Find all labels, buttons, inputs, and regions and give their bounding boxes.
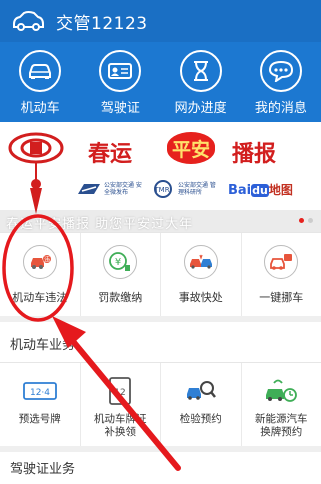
plate-select-icon: 12·4: [20, 373, 60, 409]
quick-fine-payment-label: 罚款缴纳: [98, 291, 143, 304]
nav-messages[interactable]: 我的消息: [241, 42, 321, 122]
banner-caption: 春运平安播报 助您平安过大年: [6, 217, 194, 232]
section-license: 驾驶证业务: [0, 446, 321, 484]
nav-progress-label: 网办进度: [174, 101, 227, 116]
biz-ev-plate-label-2: 换牌预约: [260, 426, 303, 438]
quick-move-car[interactable]: 一键挪车: [242, 233, 321, 316]
biz-plate-replace[interactable]: 12 机动车牌证 补换领: [81, 363, 161, 446]
nav-vehicle[interactable]: 机动车: [0, 42, 80, 122]
app-title: 交管12123: [56, 13, 148, 34]
quick-vehicle-violation-label: 机动车违法: [12, 291, 68, 304]
quick-actions: 违 机动车违法 ¥ 罚款缴纳 事故快处 一键挪车: [0, 232, 321, 316]
baidu-left: Bai: [228, 182, 252, 198]
logo2-text: 公安部交通 管理科研所: [178, 182, 216, 196]
nav-license[interactable]: 驾驶证: [80, 42, 160, 122]
biz-inspection[interactable]: 检验预约: [161, 363, 242, 446]
nav-messages-label: 我的消息: [254, 101, 307, 116]
logo1-text: 公安部交通 安全微发布: [104, 182, 142, 196]
main-nav: 机动车 驾驶证 网办进度 我的消息: [0, 42, 321, 122]
svg-text:¥: ¥: [115, 257, 121, 268]
biz-plate-replace-label-2: 补换领: [104, 426, 137, 438]
quick-accident[interactable]: 事故快处: [161, 233, 242, 316]
hourglass-icon: [179, 50, 222, 92]
section-vehicle: 机动车业务: [0, 316, 321, 362]
biz-plate-replace-label-1: 机动车牌证: [94, 413, 147, 425]
carousel-dot-active[interactable]: [299, 218, 304, 223]
baidu-map-logo: Baidu地图: [228, 181, 293, 198]
banner-logos: 公安部交通 安全微发布 TMRI 公安部交通 管理科研所 Baidu地图: [76, 176, 293, 202]
ev-plate-icon: [261, 373, 301, 409]
biz-ev-plate-label-1: 新能源汽车: [255, 413, 308, 425]
banner-word-center: 平安: [171, 138, 210, 161]
yen-coin-icon: ¥: [103, 245, 138, 279]
baidu-map-text: 地图: [268, 182, 293, 197]
id-card-icon: [99, 50, 142, 92]
traffic-bureau-logo-icon: [78, 184, 100, 194]
nav-progress[interactable]: 网办进度: [161, 42, 241, 122]
chat-bubble-icon: [259, 50, 302, 92]
baidu-du: du: [251, 183, 269, 197]
biz-plate-select-label: 预选号牌: [18, 413, 61, 425]
biz-inspection-label: 检验预约: [179, 413, 222, 425]
carousel-dot[interactable]: [308, 218, 313, 223]
car-icon: [19, 50, 62, 92]
quick-accident-label: 事故快处: [178, 291, 223, 304]
vehicle-business-grid: 12·4 预选号牌 12 机动车牌证 补换领 检验预约 新能源汽车 换牌预约: [0, 362, 321, 446]
quick-fine-payment[interactable]: ¥ 罚款缴纳: [81, 233, 161, 316]
promo-banner[interactable]: 春运 平安 播报 公安部交通 安全微发布 TMRI 公安部交通 管理科研所 Ba…: [0, 122, 321, 232]
section-license-title: 驾驶证业务: [10, 462, 76, 477]
biz-ev-plate[interactable]: 新能源汽车 换牌预约: [242, 363, 321, 446]
car-violation-icon: 违: [22, 245, 57, 279]
quick-move-car-label: 一键挪车: [259, 291, 304, 304]
svg-text:12: 12: [115, 388, 126, 398]
banner-word-left: 春运: [88, 141, 133, 167]
car-outline-icon: [13, 11, 44, 31]
move-car-icon: [264, 245, 299, 279]
banner-word-right: 播报: [232, 141, 277, 167]
plate-replace-icon: 12: [100, 373, 140, 409]
banner-center-badge: 平安: [167, 132, 215, 164]
svg-text:12·4: 12·4: [30, 388, 50, 398]
app-header: 交管12123: [0, 0, 321, 42]
inspection-icon: [181, 373, 221, 409]
biz-plate-select[interactable]: 12·4 预选号牌: [0, 363, 81, 446]
svg-text:TMRI: TMRI: [153, 186, 171, 194]
section-vehicle-title: 机动车业务: [10, 338, 76, 353]
accident-icon: [183, 245, 218, 279]
svg-text:违: 违: [44, 257, 50, 264]
nav-license-label: 驾驶证: [100, 101, 140, 116]
quick-vehicle-violation[interactable]: 违 机动车违法: [0, 233, 81, 316]
chinese-knot-icon: [8, 132, 64, 214]
nav-vehicle-label: 机动车: [20, 101, 60, 116]
tmri-logo-icon: TMRI: [153, 180, 172, 198]
